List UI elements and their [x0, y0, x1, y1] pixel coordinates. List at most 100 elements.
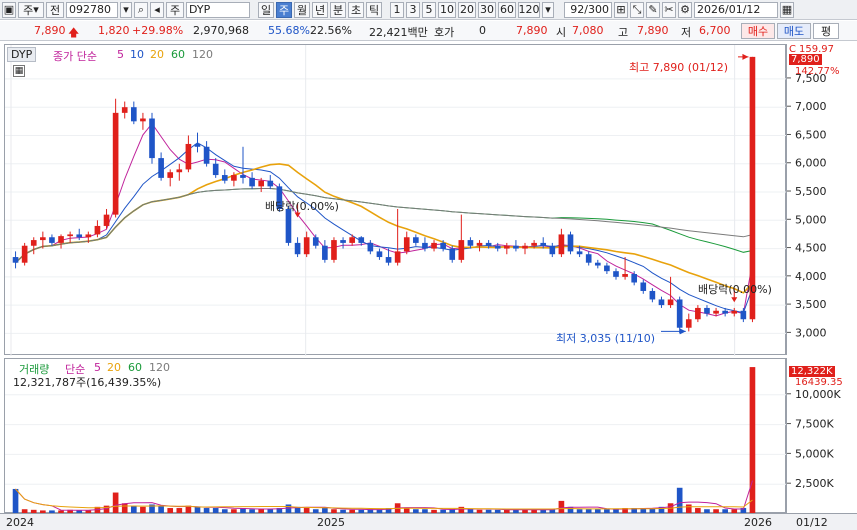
interval-60-button[interactable]: 60	[498, 1, 516, 18]
price-panel[interactable]: DYP 종가 단순 5 10 20 60 120 ▦ 최고 7,890 (01/…	[4, 44, 787, 356]
candle-body	[531, 242, 537, 246]
stock-code-input[interactable]: 092780	[66, 1, 118, 18]
turnover-rate: 22.56%	[310, 24, 352, 37]
price-tick-label: 6,500	[795, 128, 827, 141]
vol-ma120-legend: 120	[149, 361, 170, 374]
candle-body	[194, 143, 201, 147]
vol-ma60-legend: 60	[128, 361, 142, 374]
high-annotation: 최고 7,890 (01/12)	[629, 61, 729, 74]
candle-body	[367, 242, 374, 252]
low-price: 6,700	[699, 24, 731, 37]
interval-30-button[interactable]: 30	[478, 1, 496, 18]
price-tick-label: 3,000	[795, 326, 827, 339]
up-arrow-icon: 🡅	[68, 26, 80, 39]
sound-icon[interactable]: ◂	[150, 1, 164, 18]
current-price: 7,890	[34, 24, 66, 37]
gear-icon[interactable]: ⚙	[678, 1, 692, 18]
candle-body	[221, 175, 228, 181]
volume-tick-label: 2,500K	[795, 477, 834, 490]
grid-icon[interactable]: ⊞	[614, 1, 628, 18]
candle-body	[695, 307, 701, 320]
candle-body	[667, 299, 674, 306]
period-minute-button[interactable]: 분	[330, 1, 346, 18]
buy-button[interactable]: 매수	[741, 23, 775, 39]
ma60-line	[15, 188, 753, 264]
high-price: 7,890	[637, 24, 669, 37]
current-price-2: 7,890	[516, 24, 548, 37]
ma120-line	[15, 188, 753, 264]
candle-body	[503, 245, 510, 249]
tool-icon[interactable]: ✂	[662, 1, 676, 18]
candle-body	[349, 237, 355, 243]
open-label: 시	[556, 26, 567, 39]
high-label: 고	[618, 26, 629, 39]
interval-20-button[interactable]: 20	[458, 1, 476, 18]
change-percent: +29.98%	[132, 24, 184, 37]
price-axis: 3,000 3,500 4,000 4,500 5,000 5,500 6,000 6,500…	[786, 44, 857, 355]
right-price-badge: 7,890	[789, 54, 822, 65]
period-year-button[interactable]: 년	[312, 1, 328, 18]
search-icon[interactable]: ⌕	[134, 1, 148, 18]
period-week-button[interactable]: 주	[276, 1, 292, 18]
market-select[interactable]: 주 ▾	[18, 1, 44, 18]
eval-button[interactable]: 평	[813, 23, 839, 39]
period-month-button[interactable]: 월	[294, 1, 310, 18]
calendar-icon[interactable]: ▦	[780, 1, 794, 18]
period-tick-button[interactable]: 틱	[366, 1, 382, 18]
interval-10-button[interactable]: 10	[438, 1, 456, 18]
grid-toggle-icon[interactable]: ▦	[13, 65, 25, 77]
data-count-input[interactable]: 92/300	[564, 1, 612, 18]
candle-body	[676, 299, 683, 328]
candle-body	[67, 234, 73, 237]
draw-icon[interactable]: ✎	[646, 1, 660, 18]
price-chart[interactable]	[5, 45, 787, 356]
interval-120-button[interactable]: 120	[518, 1, 540, 18]
candle-body	[322, 245, 328, 260]
date-axis: 2024 2025 2026 01/12	[0, 513, 857, 530]
candle-body	[640, 282, 647, 291]
ma120-legend: 120	[192, 48, 213, 61]
trade-amount: 22,421백만	[369, 26, 428, 39]
candle-body	[331, 240, 337, 260]
date-input[interactable]: 2026/01/12	[694, 1, 778, 18]
panel-stock-name[interactable]: DYP	[7, 47, 37, 62]
candle-body	[649, 290, 656, 300]
period-day-button[interactable]: 일	[258, 1, 274, 18]
candle-body	[422, 242, 428, 249]
interval-1-button[interactable]: 1	[390, 1, 404, 18]
ma20-legend: 20	[150, 48, 164, 61]
price-tick-label: 7,000	[795, 100, 827, 113]
candle-body	[112, 112, 119, 215]
candle-body	[658, 299, 665, 306]
open-price: 7,080	[572, 24, 604, 37]
zoom-icon[interactable]: ⤡	[630, 1, 644, 18]
candle-body	[567, 234, 574, 252]
sell-button[interactable]: 매도	[777, 23, 811, 39]
candle-body	[312, 237, 319, 246]
candle-body	[494, 245, 501, 249]
interval-5-button[interactable]: 5	[422, 1, 436, 18]
data-count-value: 92/300	[570, 3, 609, 16]
candle-body	[513, 245, 519, 249]
top-toolbar: ▣ 주 ▾ 전 092780 ▾ ⌕ ◂ 주 DYP 일 주 월 년 분 초 틱 …	[0, 0, 857, 20]
candle-body	[76, 234, 83, 238]
stock-type-label[interactable]: 주	[166, 1, 184, 18]
price-legend-label: 종가 단순	[53, 50, 97, 63]
interval-3-button[interactable]: 3	[406, 1, 420, 18]
code-dropdown-icon[interactable]: ▾	[120, 1, 132, 18]
candle-body	[85, 234, 92, 238]
candle-body	[376, 251, 383, 258]
period-second-button[interactable]: 초	[348, 1, 364, 18]
prefix-button[interactable]: 전	[46, 1, 64, 18]
candle-body	[458, 240, 465, 260]
interval-dropdown-icon[interactable]: ▾	[542, 1, 554, 18]
candle-body	[231, 175, 237, 181]
candle-body	[267, 180, 274, 187]
vol-ma20-line	[15, 488, 753, 510]
volume-bar	[749, 367, 756, 514]
window-menu-icon[interactable]: ▣	[2, 1, 16, 18]
candle-body	[631, 274, 638, 283]
date-value: 2026/01/12	[697, 3, 761, 16]
volume-panel[interactable]: 거래량 단순 5 20 60 120 12,321,787주(16,439.35…	[4, 358, 787, 514]
candle-body	[522, 245, 528, 249]
